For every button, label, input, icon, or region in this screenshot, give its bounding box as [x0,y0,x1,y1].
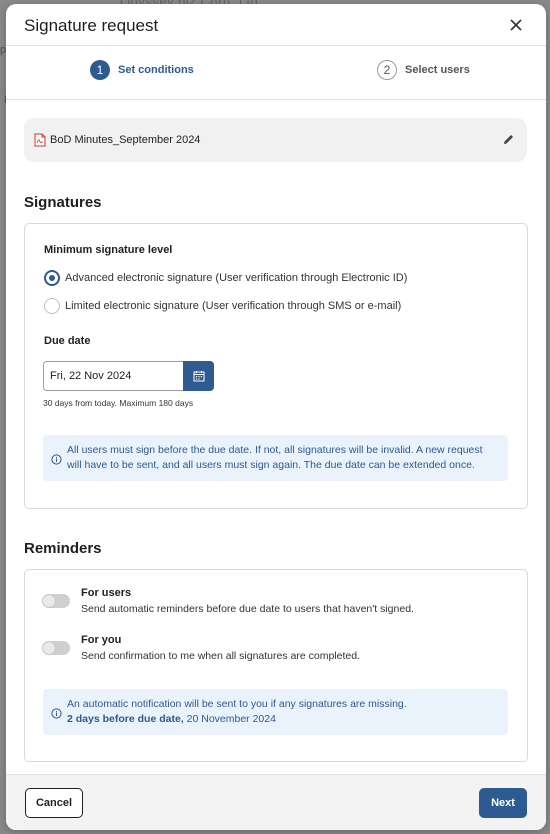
toggle-switch-you[interactable] [42,641,70,655]
next-button[interactable]: Next [479,788,527,818]
due-date-input[interactable] [43,361,183,391]
toggle-switch-users[interactable] [42,594,70,608]
reminders-info-date: 20 November 2024 [183,713,276,725]
info-icon [51,454,62,465]
reminder-description: Send automatic reminders before due date… [81,603,414,615]
due-date-info-text: All users must sign before the due date.… [67,444,483,471]
radio-label: Limited electronic signature (User verif… [65,300,402,312]
reminders-heading: Reminders [24,540,102,557]
due-date-info-box: All users must sign before the due date.… [43,435,508,481]
reminder-description: Send confirmation to me when all signatu… [81,650,360,662]
step-label: Select users [405,64,470,76]
cancel-button[interactable]: Cancel [25,788,83,818]
info-icon [51,708,62,719]
reminders-info-line2: 2 days before due date, 20 November 2024 [67,712,498,727]
radio-button-checked[interactable] [44,270,60,286]
signatures-panel: Minimum signature level Advanced electro… [24,223,528,509]
signature-request-dialog: Signature request 1 Set conditions 2 Sel… [6,4,546,830]
step-select-users[interactable]: 2 Select users [377,60,470,80]
reminders-info-box: An automatic notification will be sent t… [43,689,508,735]
reminder-title: For you [81,634,122,646]
pdf-file-icon [34,133,46,147]
due-date-hint: 30 days from today. Maximum 180 days [43,398,194,408]
step-number: 2 [377,60,397,80]
radio-advanced-signature[interactable]: Advanced electronic signature (User veri… [44,270,407,286]
stepper: 1 Set conditions 2 Select users [6,46,546,100]
radio-limited-signature[interactable]: Limited electronic signature (User verif… [44,298,401,314]
close-icon[interactable] [506,15,526,35]
dialog-title: Signature request [24,16,159,35]
dialog-header: Signature request [6,4,546,46]
reminders-panel: For users Send automatic reminders befor… [24,569,528,762]
pencil-icon[interactable] [502,133,515,146]
signatures-heading: Signatures [24,194,102,211]
due-date-label: Due date [44,335,91,347]
document-card: BoD Minutes_September 2024 [24,118,527,162]
calendar-icon [193,371,204,382]
reminder-title: For users [81,587,132,599]
reminders-info-strong: 2 days before due date, [67,713,184,725]
min-signature-level-label: Minimum signature level [44,244,173,256]
step-label: Set conditions [118,64,194,76]
dialog-footer: Cancel Next [6,774,546,830]
radio-label: Advanced electronic signature (User veri… [65,272,408,284]
step-number: 1 [90,60,110,80]
radio-button[interactable] [44,298,60,314]
calendar-button[interactable] [183,361,214,391]
step-set-conditions[interactable]: 1 Set conditions [90,60,194,80]
document-name: BoD Minutes_September 2024 [50,134,201,146]
reminders-info-line1: An automatic notification will be sent t… [67,698,407,710]
